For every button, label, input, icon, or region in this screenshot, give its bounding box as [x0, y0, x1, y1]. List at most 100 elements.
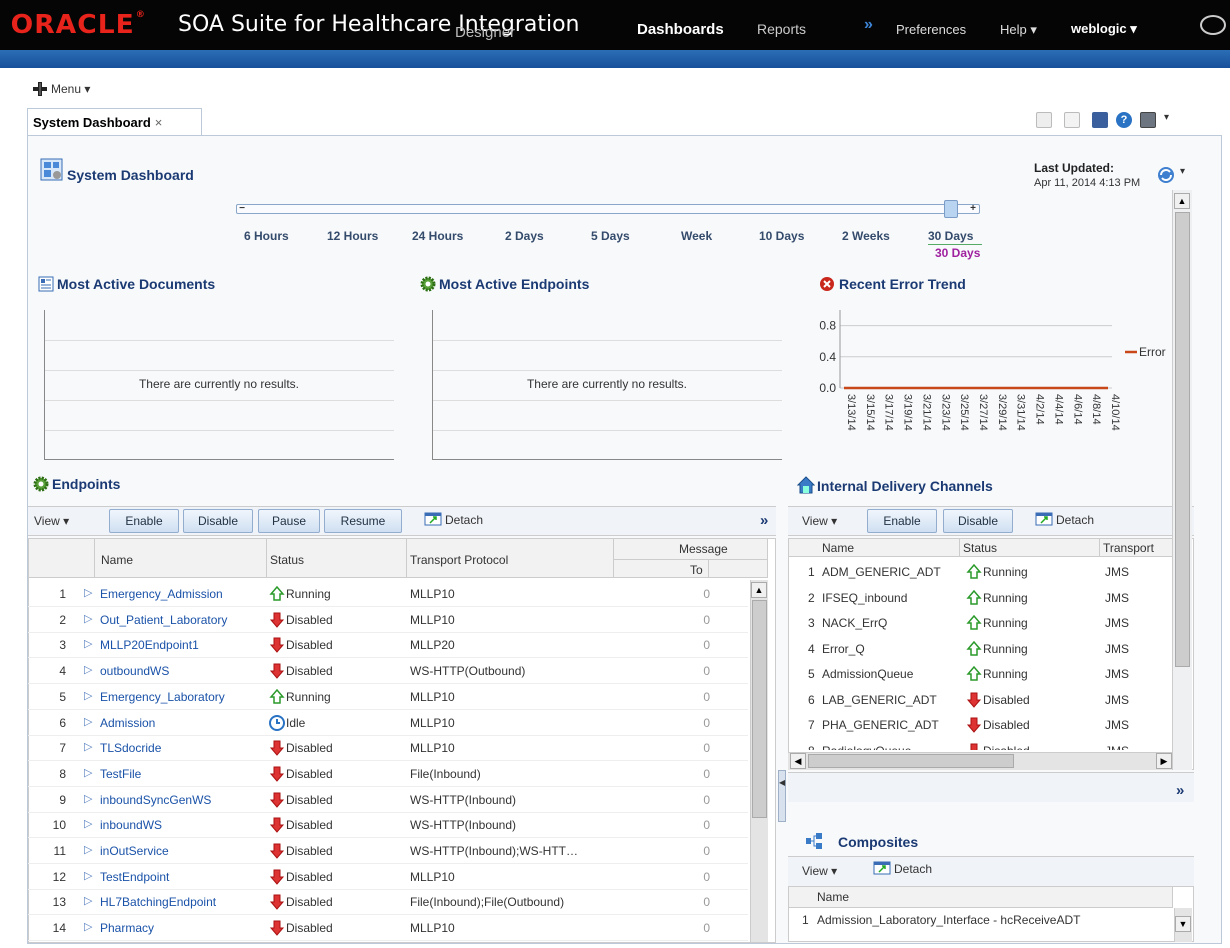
detach-button[interactable]: Detach	[445, 513, 483, 527]
table-row[interactable]: 10 ▷ inboundWS Disabled WS-HTTP(Inbound) 0	[28, 813, 748, 839]
expand-row-icon[interactable]: ▷	[84, 792, 92, 805]
scroll-right-icon[interactable]: ▶	[1156, 753, 1172, 769]
expand-row-icon[interactable]: ▷	[84, 715, 92, 728]
channels-col-name[interactable]: Name	[822, 541, 854, 555]
timeline-label-2d[interactable]: 2 Days	[505, 229, 544, 243]
refresh-icon[interactable]	[1156, 165, 1176, 185]
timeline-label-6h[interactable]: 6 Hours	[244, 229, 289, 243]
table-row[interactable]: 13 ▷ HL7BatchingEndpoint Disabled File(Inbou…	[28, 890, 748, 916]
menu-button[interactable]: Menu ▾	[51, 82, 90, 96]
detach-icon[interactable]	[1035, 511, 1053, 527]
expand-row-icon[interactable]: ▷	[84, 586, 92, 599]
composites-row-name[interactable]: Admission_Laboratory_Interface - hcRecei…	[817, 913, 1080, 927]
endpoint-name[interactable]: Emergency_Laboratory	[100, 690, 270, 704]
endpoint-name[interactable]: HL7BatchingEndpoint	[100, 895, 270, 909]
export-icon[interactable]	[1036, 112, 1052, 128]
detach-icon[interactable]	[424, 511, 442, 527]
table-row[interactable]: 3 NACK_ErrQ Running JMS	[788, 611, 1174, 636]
col-header-name[interactable]: Name	[101, 553, 133, 567]
expand-row-icon[interactable]: ▷	[84, 766, 92, 779]
table-row[interactable]: 5 AdmissionQueue Running JMS	[788, 662, 1174, 687]
endpoint-name[interactable]: inOutService	[100, 844, 270, 858]
table-row[interactable]: 4 Error_Q Running JMS	[788, 637, 1174, 662]
save-as-icon[interactable]	[1092, 112, 1108, 128]
expand-row-icon[interactable]: ▷	[84, 637, 92, 650]
endpoint-name[interactable]: MLLP20Endpoint1	[100, 638, 270, 652]
table-row[interactable]: 1 ADM_GENERIC_ADT Running JMS	[788, 560, 1174, 585]
help-icon[interactable]: ?	[1116, 112, 1132, 128]
composites-detach-button[interactable]: Detach	[894, 862, 932, 876]
endpoints-scroll-thumb[interactable]	[752, 600, 767, 818]
nav-overflow-icon[interactable]: »	[864, 16, 873, 34]
channels-hscroll-thumb[interactable]	[808, 754, 1014, 768]
timeline-label-week[interactable]: Week	[681, 229, 712, 243]
table-row[interactable]: 12 ▷ TestEndpoint Disabled MLLP10 0	[28, 865, 748, 890]
timeline-label-24h[interactable]: 24 Hours	[412, 229, 463, 243]
page-scroll-thumb[interactable]	[1175, 212, 1190, 667]
time-range-slider[interactable]	[236, 204, 980, 214]
table-row[interactable]: 8RadiologyQueue Disabled JMS	[788, 739, 1174, 750]
zoom-out-icon[interactable]: −	[236, 204, 248, 214]
tab-system-dashboard[interactable]: System Dashboard ×	[27, 108, 202, 136]
expand-row-icon[interactable]: ▷	[84, 894, 92, 907]
zoom-in-icon[interactable]: +	[966, 204, 980, 214]
expand-row-icon[interactable]: ▷	[84, 689, 92, 702]
expand-row-icon[interactable]: ▷	[84, 663, 92, 676]
resume-button[interactable]: Resume	[324, 509, 402, 533]
table-row[interactable]: 6 ▷ Admission Idle MLLP10 0	[28, 711, 748, 736]
endpoint-name[interactable]: Out_Patient_Laboratory	[100, 613, 270, 627]
channels-col-status[interactable]: Status	[963, 541, 997, 555]
detach-icon[interactable]	[873, 860, 891, 876]
refresh-options-chevron[interactable]: ▾	[1180, 166, 1185, 177]
composites-col-name[interactable]: Name	[817, 890, 849, 904]
table-row[interactable]: 6 LAB_GENERIC_ADT Disabled JMS	[788, 688, 1174, 713]
col-header-message[interactable]: Message	[679, 542, 728, 556]
channels-footer-more-icon[interactable]: »	[1176, 782, 1184, 799]
endpoint-name[interactable]: inboundWS	[100, 818, 270, 832]
endpoint-name[interactable]: outboundWS	[100, 664, 270, 678]
col-header-message-to[interactable]: To	[690, 563, 703, 577]
endpoint-name[interactable]: Emergency_Admission	[100, 587, 270, 601]
table-row[interactable]: 9 ▷ inboundSyncGenWS Disabled WS-HTTP(Inboun…	[28, 788, 748, 813]
table-row[interactable]: 2 IFSEQ_inbound Running JMS	[788, 586, 1174, 611]
endpoints-toolbar-more-icon[interactable]: »	[760, 512, 768, 529]
endpoint-name[interactable]: inboundSyncGenWS	[100, 793, 270, 807]
table-row[interactable]: 11 ▷ inOutService Disabled WS-HTTP(Inbound);…	[28, 839, 748, 864]
disable-button[interactable]: Disable	[183, 509, 253, 533]
table-row[interactable]: 5 ▷ Emergency_Laboratory Running MLLP10 0	[28, 685, 748, 710]
timeline-label-5d[interactable]: 5 Days	[591, 229, 630, 243]
timeline-label-2w[interactable]: 2 Weeks	[842, 229, 890, 243]
tab-close-icon[interactable]: ×	[155, 115, 163, 130]
nav-preferences[interactable]: Preferences	[896, 22, 966, 37]
table-row[interactable]: 7 ▷ TLSdocride Disabled MLLP10 0	[28, 736, 748, 762]
nav-help-menu[interactable]: Help ▾	[1000, 22, 1037, 38]
expand-row-icon[interactable]: ▷	[84, 869, 92, 882]
endpoint-name[interactable]: TestFile	[100, 767, 270, 781]
table-row[interactable]: 2 ▷ Out_Patient_Laboratory Disabled MLLP10 0	[28, 608, 748, 633]
col-header-transport[interactable]: Transport Protocol	[410, 553, 508, 567]
expand-row-icon[interactable]: ▷	[84, 740, 92, 753]
save-icon[interactable]	[1064, 112, 1080, 128]
table-row[interactable]: 14 ▷ Pharmacy Disabled MLLP10 0	[28, 916, 748, 942]
timeline-label-12h[interactable]: 12 Hours	[327, 229, 378, 243]
table-row[interactable]: 1 ▷ Emergency_Admission Running MLLP10 0	[28, 582, 748, 607]
channels-view-menu[interactable]: View ▾	[802, 514, 837, 528]
scroll-up-icon[interactable]: ▲	[1174, 193, 1190, 209]
scroll-up-icon[interactable]: ▲	[751, 582, 767, 598]
user-menu[interactable]: weblogic ▾	[1071, 21, 1137, 37]
table-row[interactable]: 3 ▷ MLLP20Endpoint1 Disabled MLLP20 0	[28, 633, 748, 659]
pause-button[interactable]: Pause	[258, 509, 320, 533]
composites-view-menu[interactable]: View ▾	[802, 864, 837, 878]
scroll-left-icon[interactable]: ◀	[790, 753, 806, 769]
expand-row-icon[interactable]: ▷	[84, 920, 92, 933]
endpoint-name[interactable]: TestEndpoint	[100, 870, 270, 884]
expand-row-icon[interactable]: ▷	[84, 817, 92, 830]
channels-disable-button[interactable]: Disable	[943, 509, 1013, 533]
table-row[interactable]: 8 ▷ TestFile Disabled File(Inbound) 0	[28, 762, 748, 787]
expand-row-icon[interactable]: ▷	[84, 612, 92, 625]
endpoint-name[interactable]: Pharmacy	[100, 921, 270, 935]
endpoint-name[interactable]: TLSdocride	[100, 741, 270, 755]
enable-button[interactable]: Enable	[109, 509, 179, 533]
collapse-left-icon[interactable]: ◀	[779, 778, 785, 787]
menu-plus-icon[interactable]	[33, 82, 47, 96]
